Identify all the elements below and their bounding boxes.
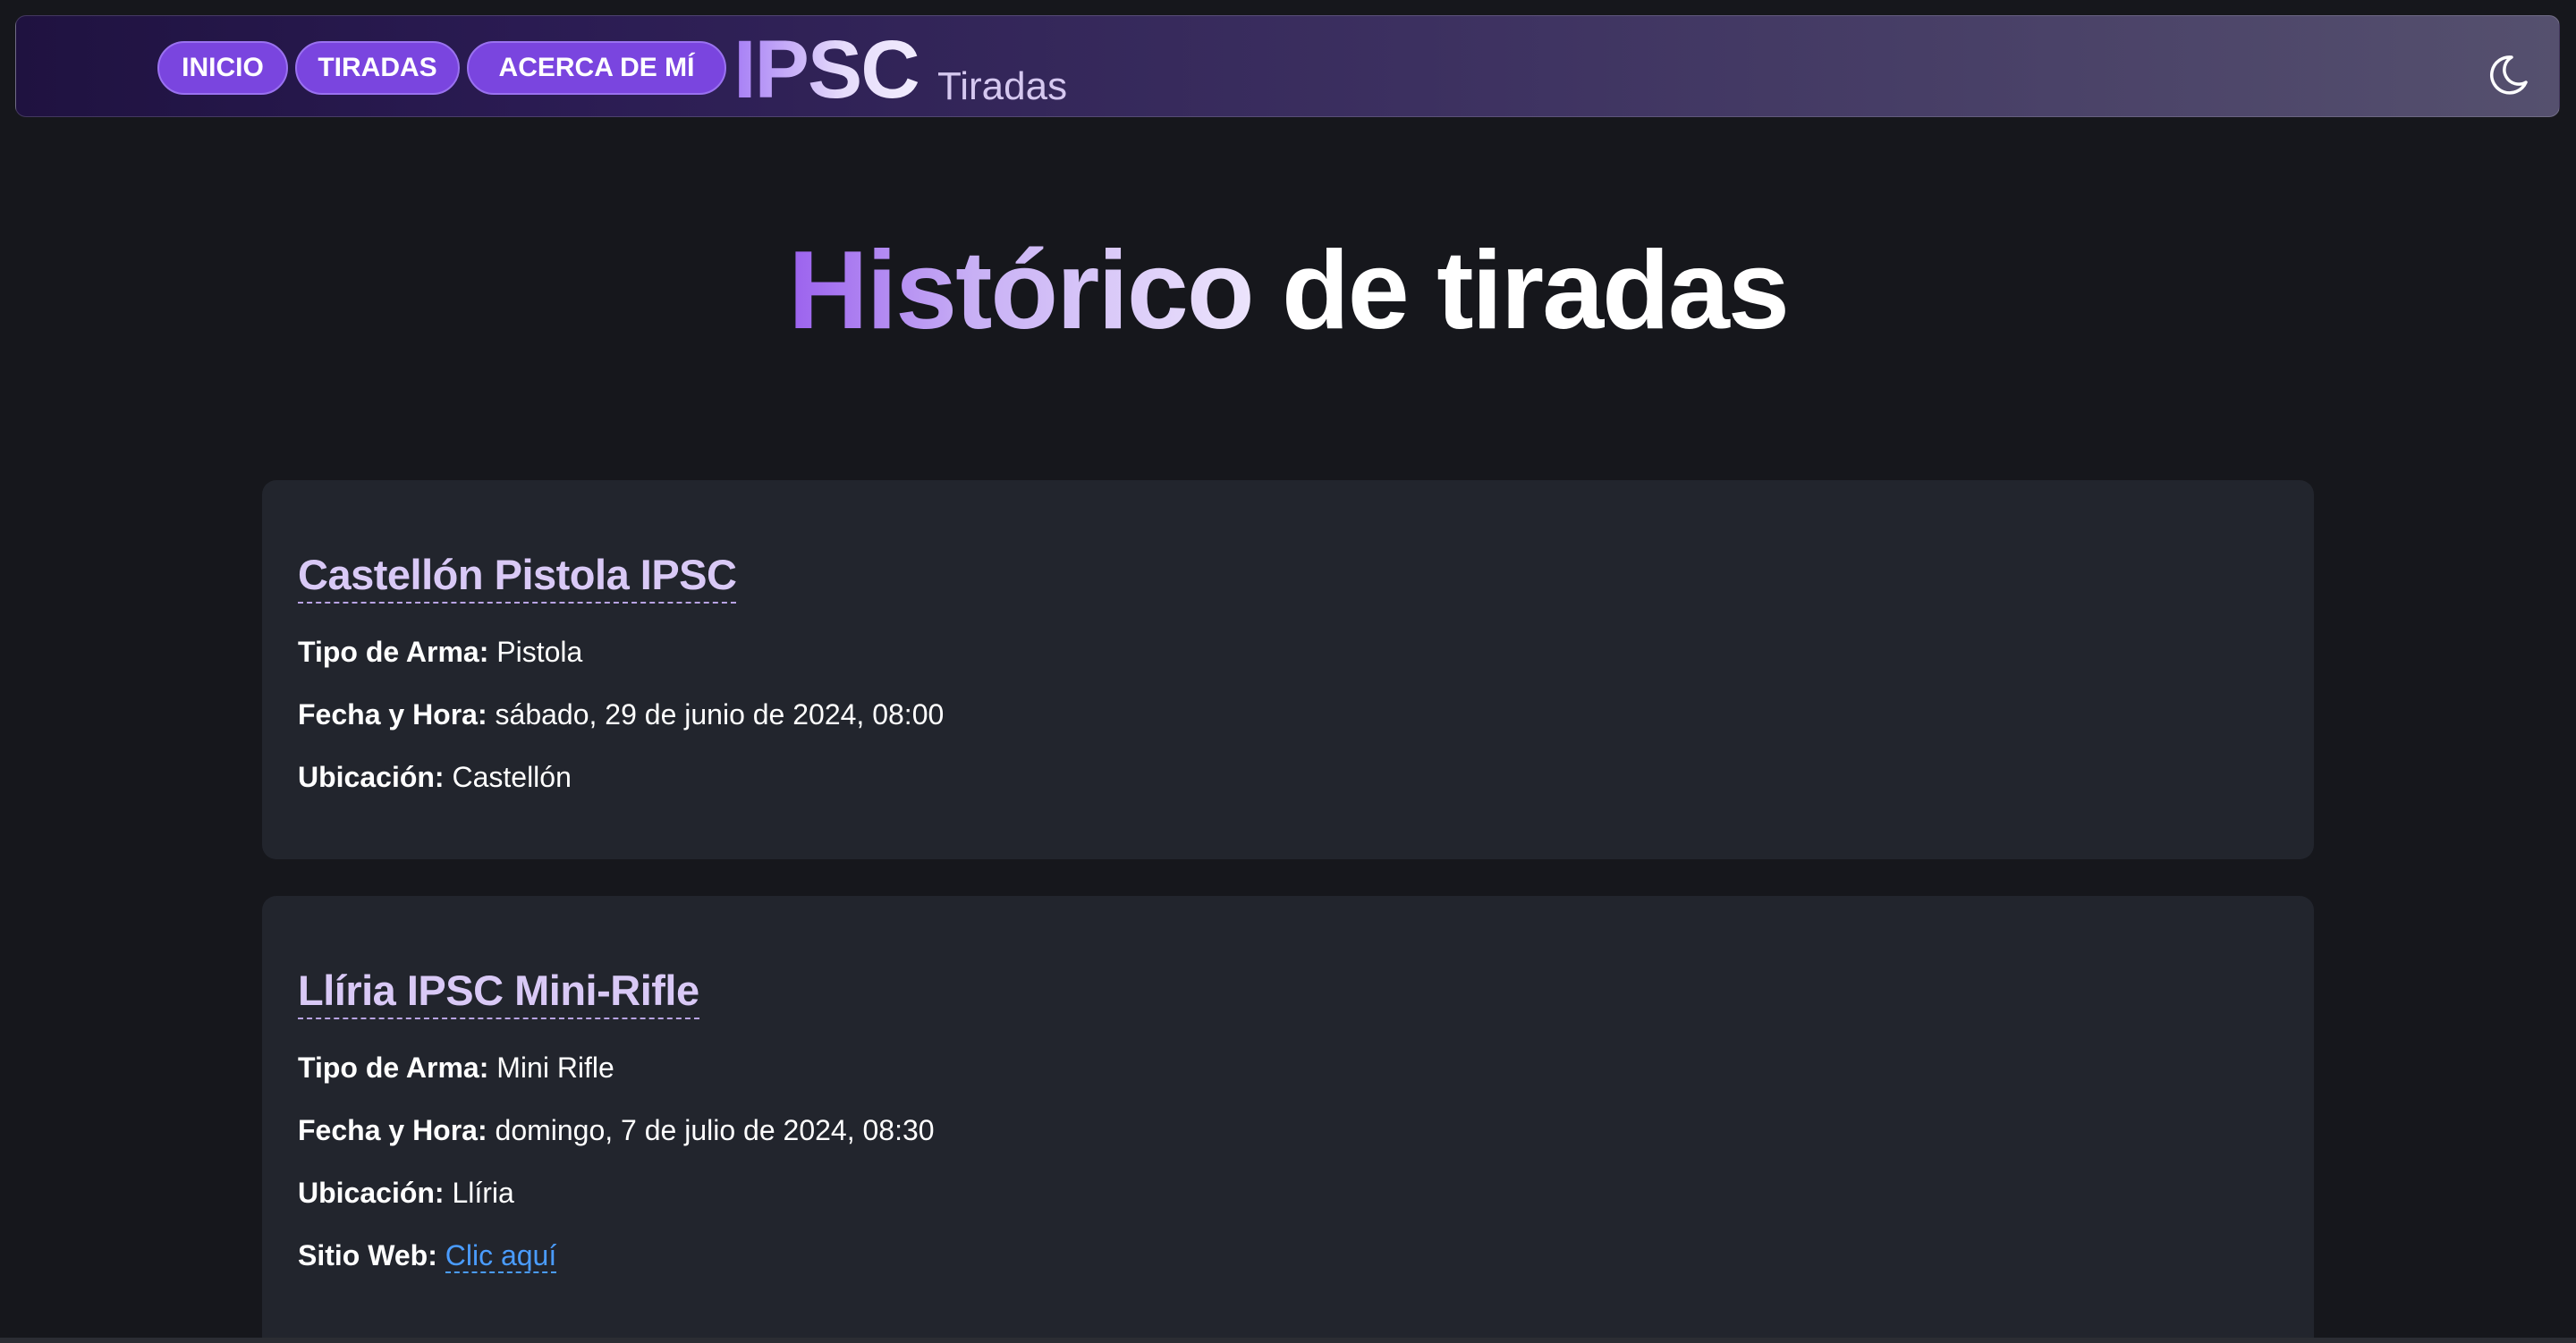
field-tipo-arma: Tipo de Arma: Mini Rifle — [298, 1050, 614, 1085]
brand-subtitle: Tiradas — [937, 64, 1068, 108]
field-value: Pistola — [488, 636, 583, 668]
field-value: Llíria — [444, 1177, 514, 1209]
field-ubicacion: Ubicación: Llíria — [298, 1175, 514, 1211]
field-label: Sitio Web: — [298, 1239, 437, 1271]
theme-toggle-button[interactable] — [2485, 52, 2531, 98]
nav-link-tiradas[interactable]: TIRADAS — [295, 41, 460, 95]
field-value: Mini Rifle — [488, 1052, 614, 1084]
field-label: Tipo de Arma: — [298, 1052, 489, 1084]
field-fecha-hora: Fecha y Hora: domingo, 7 de julio de 202… — [298, 1112, 935, 1148]
event-card: Castellón Pistola IPSC Tipo de Arma: Pis… — [262, 480, 2314, 859]
page-title-accent: Histórico — [788, 229, 1254, 352]
field-value: Castellón — [444, 761, 572, 793]
field-value: sábado, 29 de junio de 2024, 08:00 — [487, 698, 945, 731]
window-bottom-edge — [0, 1338, 2576, 1343]
page-title: Histórico de tiradas — [0, 224, 2576, 358]
page-title-rest: de tiradas — [1252, 229, 1790, 352]
website-link[interactable]: Clic aquí — [445, 1239, 557, 1273]
nav-link-acerca-de-mi[interactable]: ACERCA DE MÍ — [467, 41, 726, 95]
field-fecha-hora: Fecha y Hora: sábado, 29 de junio de 202… — [298, 697, 944, 732]
event-title-link[interactable]: Castellón Pistola IPSC — [298, 550, 737, 604]
field-sitio-web: Sitio Web: Clic aquí — [298, 1237, 557, 1273]
navbar: INICIO TIRADAS ACERCA DE MÍ IPSC Tiradas — [15, 15, 2560, 117]
event-card: Llíria IPSC Mini-Rifle Tipo de Arma: Min… — [262, 896, 2314, 1343]
moon-icon — [2489, 55, 2528, 95]
field-label: Fecha y Hora: — [298, 1114, 487, 1146]
field-tipo-arma: Tipo de Arma: Pistola — [298, 634, 582, 670]
field-label: Tipo de Arma: — [298, 636, 489, 668]
field-label: Ubicación: — [298, 1177, 445, 1209]
field-label: Fecha y Hora: — [298, 698, 487, 731]
field-ubicacion: Ubicación: Castellón — [298, 759, 572, 795]
field-label: Ubicación: — [298, 761, 445, 793]
brand-logo-text[interactable]: IPSC — [733, 29, 920, 111]
field-value: domingo, 7 de julio de 2024, 08:30 — [487, 1114, 935, 1146]
event-title-link[interactable]: Llíria IPSC Mini-Rifle — [298, 966, 699, 1019]
nav-link-inicio[interactable]: INICIO — [157, 41, 288, 95]
